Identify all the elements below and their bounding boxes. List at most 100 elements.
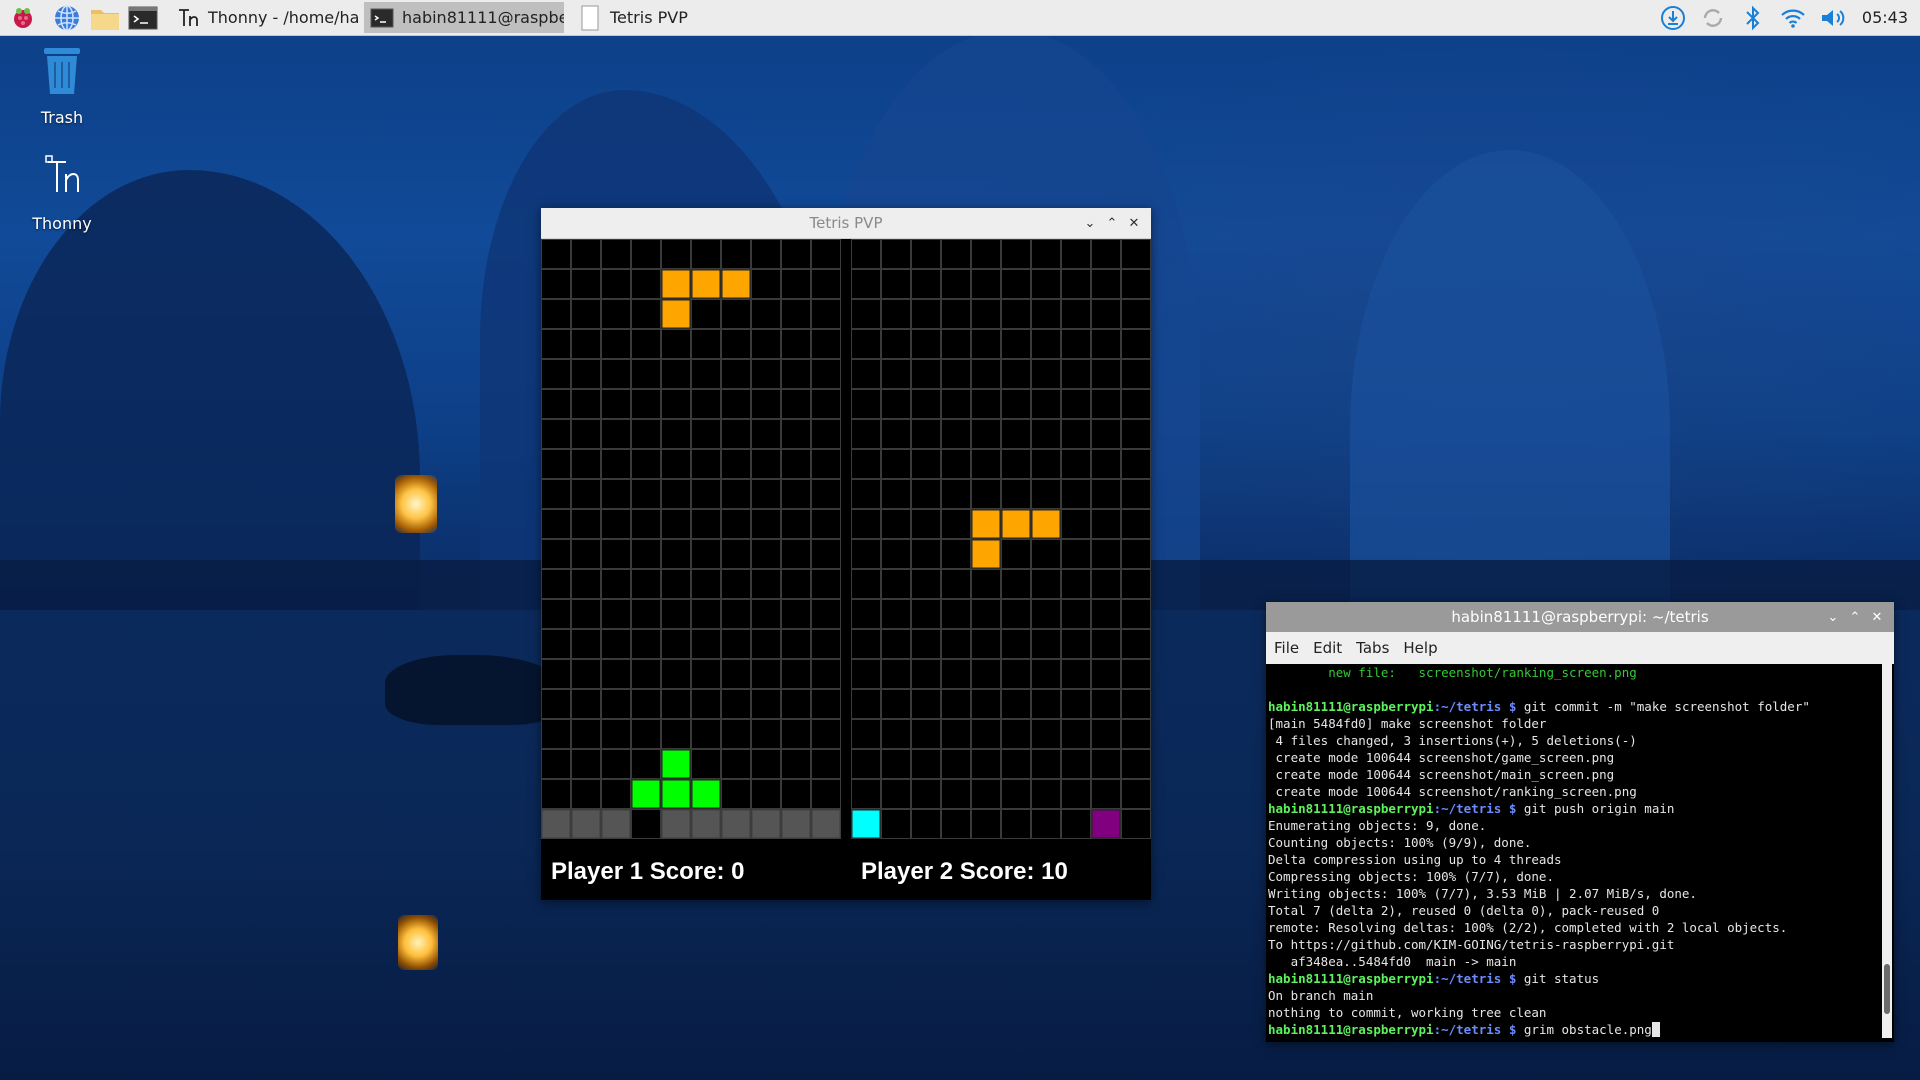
file-manager-icon[interactable]: [90, 3, 120, 33]
grid-cell: [1121, 749, 1151, 779]
grid-cell: [941, 269, 971, 299]
grid-cell: [971, 479, 1001, 509]
menu-file[interactable]: File: [1274, 639, 1299, 657]
grid-cell: [1061, 329, 1091, 359]
grid-cell: [971, 389, 1001, 419]
grid-cell: [631, 809, 661, 839]
terminal-line: Writing objects: 100% (7/7), 3.53 MiB | …: [1268, 885, 1880, 902]
grid-cell: [941, 329, 971, 359]
grid-cell: [751, 779, 781, 809]
grid-cell: [1091, 329, 1121, 359]
menu-help[interactable]: Help: [1403, 639, 1437, 657]
grid-cell: [941, 449, 971, 479]
grid-cell: [1121, 809, 1151, 839]
terminal-line: To https://github.com/KIM-GOING/tetris-r…: [1268, 936, 1880, 953]
grid-cell: [971, 359, 1001, 389]
terminal-line: create mode 100644 screenshot/main_scree…: [1268, 766, 1880, 783]
bluetooth-icon[interactable]: [1738, 3, 1768, 33]
maximize-icon[interactable]: ⌃: [1844, 606, 1866, 628]
grid-cell: [941, 389, 971, 419]
grid-cell: [851, 539, 881, 569]
grid-cell: [541, 329, 571, 359]
output-text: nothing to commit, working tree clean: [1268, 1005, 1547, 1020]
grid-cell: [1031, 389, 1061, 419]
grid-cell: [1091, 479, 1121, 509]
grid-cell: [691, 599, 721, 629]
grid-cell: [751, 239, 781, 269]
grid-cell: [1001, 569, 1031, 599]
menu-tabs[interactable]: Tabs: [1356, 639, 1389, 657]
grid-cell: [911, 749, 941, 779]
grid-cell: [1001, 599, 1031, 629]
task-label: Thonny - /home/ha..: [208, 8, 360, 27]
grid-cell: [541, 239, 571, 269]
task-terminal[interactable]: habin81111@raspbe...: [364, 2, 564, 33]
garbage-block: [721, 809, 751, 839]
grid-cell: [811, 419, 841, 449]
grid-cell: [751, 719, 781, 749]
player2-score: Player 2 Score: 10: [861, 858, 1068, 885]
grid-cell: [571, 449, 601, 479]
minimize-icon[interactable]: ⌄: [1079, 212, 1101, 234]
grid-cell: [781, 629, 811, 659]
prompt-path: :~/tetris $: [1433, 801, 1517, 816]
grid-cell: [1061, 809, 1091, 839]
tetris-titlebar[interactable]: Tetris PVP ⌄ ⌃ ✕: [541, 208, 1151, 239]
minimize-icon[interactable]: ⌄: [1822, 606, 1844, 628]
desktop-icon-thonny[interactable]: Thonny: [7, 152, 117, 233]
terminal-titlebar[interactable]: habin81111@raspberrypi: ~/tetris ⌄ ⌃ ✕: [1266, 602, 1894, 632]
grid-cell: [721, 719, 751, 749]
volume-icon[interactable]: [1818, 3, 1848, 33]
task-tetris[interactable]: Tetris PVP: [572, 2, 732, 33]
grid-cell: [631, 599, 661, 629]
grid-cell: [541, 509, 571, 539]
scrollbar-thumb[interactable]: [1884, 964, 1890, 1014]
sync-icon[interactable]: [1698, 3, 1728, 33]
terminal-output[interactable]: new file: screenshot/ranking_screen.png h…: [1268, 664, 1880, 1038]
grid-cell: [601, 539, 631, 569]
wifi-icon[interactable]: [1778, 3, 1808, 33]
task-thonny[interactable]: Thonny - /home/ha..: [170, 2, 360, 33]
terminal-launcher-icon[interactable]: [128, 3, 158, 33]
terminal-scrollbar[interactable]: [1882, 664, 1892, 1038]
grid-cell: [971, 749, 1001, 779]
grid-cell: [881, 809, 911, 839]
grid-cell: [1061, 749, 1091, 779]
prompt-path: :~/tetris $: [1433, 699, 1517, 714]
grid-cell: [781, 719, 811, 749]
grid-cell: [911, 509, 941, 539]
grid-cell: [781, 299, 811, 329]
garbage-block: [541, 809, 571, 839]
grid-cell: [601, 239, 631, 269]
close-icon[interactable]: ✕: [1866, 606, 1888, 628]
garbage-block: [811, 809, 841, 839]
grid-cell: [781, 329, 811, 359]
grid-cell: [571, 749, 601, 779]
grid-cell: [781, 569, 811, 599]
grid-cell: [1061, 389, 1091, 419]
grid-cell: [1091, 509, 1121, 539]
web-browser-icon[interactable]: [52, 3, 82, 33]
grid-cell: [1121, 389, 1151, 419]
terminal-line: On branch main: [1268, 987, 1880, 1004]
grid-cell: [781, 689, 811, 719]
grid-cell: [971, 329, 1001, 359]
raspberry-menu-icon[interactable]: [8, 3, 38, 33]
grid-cell: [811, 659, 841, 689]
desktop-icon-trash[interactable]: Trash: [7, 44, 117, 127]
garbage-block: [751, 809, 781, 839]
close-icon[interactable]: ✕: [1123, 212, 1145, 234]
download-updates-icon[interactable]: [1658, 3, 1688, 33]
output-text: Counting objects: 100% (9/9), done.: [1268, 835, 1532, 850]
grid-cell: [661, 239, 691, 269]
terminal-line: Counting objects: 100% (9/9), done.: [1268, 834, 1880, 851]
player1-score: Player 1 Score: 0: [551, 858, 745, 885]
menu-edit[interactable]: Edit: [1313, 639, 1342, 657]
grid-cell: [601, 419, 631, 449]
grid-cell: [851, 569, 881, 599]
command-text: grim obstacle.png: [1516, 1022, 1652, 1037]
grid-cell: [881, 689, 911, 719]
maximize-icon[interactable]: ⌃: [1101, 212, 1123, 234]
grid-cell: [781, 509, 811, 539]
clock[interactable]: 05:43: [1862, 8, 1908, 27]
